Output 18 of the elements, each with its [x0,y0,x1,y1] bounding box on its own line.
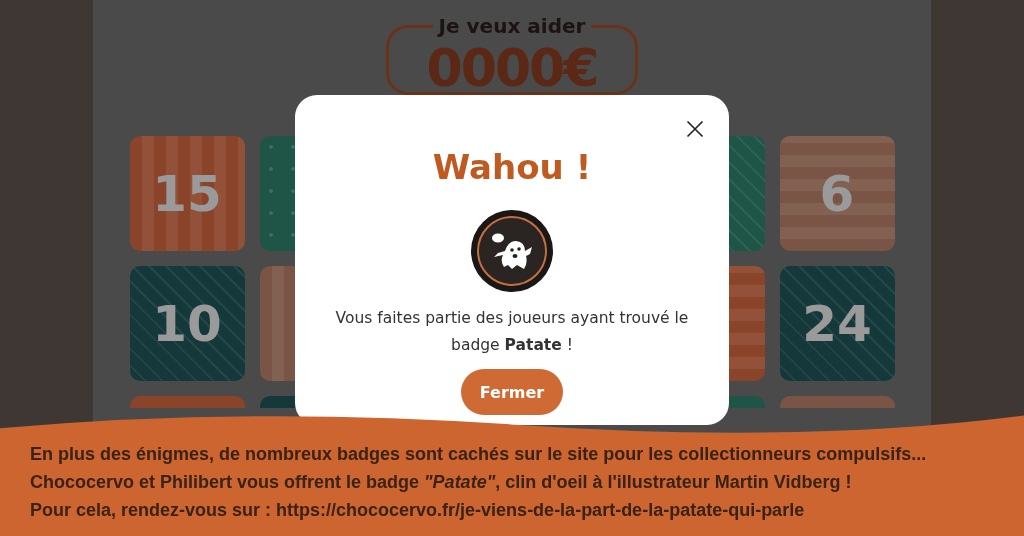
tile-number: 6 [819,164,855,223]
close-icon[interactable] [685,119,705,139]
banner-text: Chococervo et Philibert vous offrent le badge "Patate", clin d'oeil à l'illustrateur Martin Vidberg ! [30,471,853,494]
tile-number: 15 [152,164,222,223]
calendar-tile[interactable]: 15 [129,136,245,251]
tile-number: 10 [152,294,222,353]
calendar-tile[interactable]: 6 [779,136,895,251]
calendar-tile[interactable] [779,396,895,408]
calendar-tile[interactable]: 10 [129,266,245,381]
dialog-title: Wahou ! [432,147,592,187]
dialog-message: Vous faites partie des joueurs ayant trouvé le badge Patate ! [334,308,690,356]
tile-number: 24 [802,294,872,353]
ghost-badge-icon [470,209,554,293]
banner-text: Pour cela, rendez-vous sur : https://chococervo.fr/je-viens-de-la-part-de-la-patate-qui-parle [30,499,806,522]
calendar-tile[interactable] [129,396,245,408]
close-button[interactable]: Fermer [461,369,563,415]
banner-text: En plus des énigmes, de nombreux badges sont cachés sur le site pour les collectionneurs compulsifs... [30,443,928,466]
calendar-tile[interactable]: 24 [779,266,895,381]
